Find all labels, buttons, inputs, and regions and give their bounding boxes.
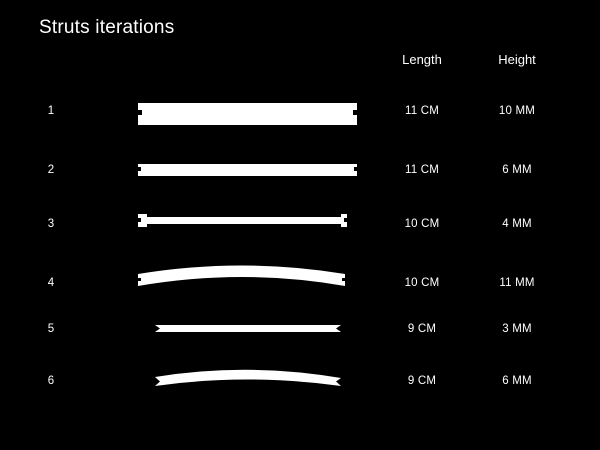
strut-3-shape xyxy=(138,214,347,227)
strut-6-shape xyxy=(155,369,341,386)
strut-4-shape xyxy=(138,265,345,286)
strut-1-shape xyxy=(138,103,357,125)
strut-5-shape xyxy=(155,325,341,332)
strut-2-shape xyxy=(138,164,357,176)
struts-illustration xyxy=(138,103,357,386)
